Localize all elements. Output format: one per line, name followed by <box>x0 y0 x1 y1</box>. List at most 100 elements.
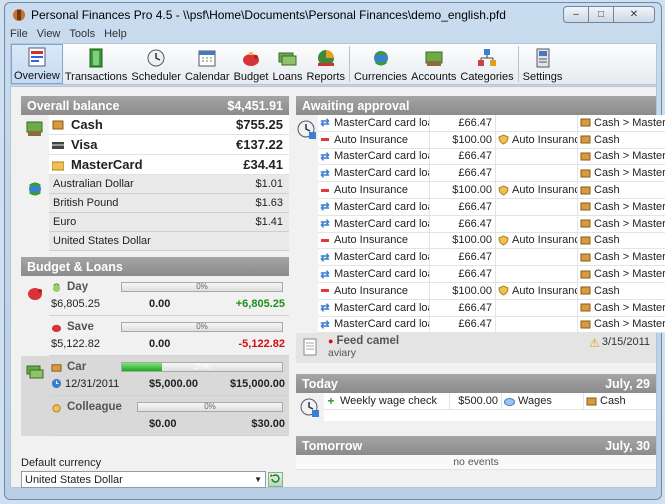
awaiting-transaction-row[interactable]: Auto Insurance$100.00Auto InsuranceCash <box>318 182 665 199</box>
loans-icon <box>26 365 44 379</box>
cash-icon <box>580 253 591 262</box>
currency-row[interactable]: British Pound $1.63 <box>49 194 289 213</box>
awaiting-transaction-row[interactable]: Auto Insurance$100.00Auto InsuranceCash <box>318 131 665 149</box>
toolbar-transactions-button[interactable]: Transactions <box>63 44 130 84</box>
task-priority-dot: ● <box>328 336 334 347</box>
title-bar[interactable]: Personal Finances Pro 4.5 - \\psf\Home\D… <box>5 3 661 27</box>
awaiting-transaction-row[interactable]: ⇄ MasterCard card loan £66.47 Cash > Master… <box>318 215 665 233</box>
colleague-loan-icon <box>52 403 61 413</box>
toolbar-currencies-button[interactable]: Currencies <box>352 44 409 84</box>
awaiting-transaction-row[interactable]: ⇄ MasterCard card loan £66.47 Cash > Master… <box>318 148 665 166</box>
close-button[interactable]: ✕ <box>613 6 655 23</box>
overview-content: Overall balance $4,451.91 Cash $755.25 V… <box>10 86 665 488</box>
toolbar-budget-button[interactable]: Budget <box>232 44 271 84</box>
currencies-icon <box>29 182 41 196</box>
awaiting-approval-header: Awaiting approval <box>296 96 656 115</box>
task-subtitle: aviary <box>328 347 357 360</box>
budget-loans-panel: Budget & Loans Day 0% $6,805.25 0.00 +6,… <box>21 257 289 436</box>
cash-icon <box>580 152 591 161</box>
tomorrow-panel: Tomorrow July, 30 no events <box>296 436 656 470</box>
cash-icon <box>580 135 591 144</box>
insurance-category-icon <box>498 134 509 145</box>
awaiting-approval-panel: Awaiting approval ⇄ MasterCard card loan £… <box>296 96 665 364</box>
menu-view[interactable]: View <box>37 28 61 42</box>
awaiting-transaction-row[interactable]: ⇄ MasterCard card loan £66.47 Cash > Master… <box>318 299 665 317</box>
app-window: Personal Finances Pro 4.5 - \\psf\Home\D… <box>4 2 665 500</box>
transfer-icon: ⇄ <box>320 150 330 163</box>
categories-icon <box>478 49 497 66</box>
awaiting-transaction-row[interactable]: ⇄ MasterCard card loan £66.47 Cash > Master… <box>318 165 665 183</box>
menu-bar: File View Tools Help <box>10 28 657 42</box>
toolbar-settings-button[interactable]: Settings <box>521 44 565 84</box>
loan-progress-bar: 0% <box>137 402 283 412</box>
today-transaction-row[interactable]: + Weekly wage check $500.00 Wages Cash <box>324 393 656 410</box>
task-row[interactable]: ● Feed camel aviary ⚠ 3/15/2011 <box>296 333 656 364</box>
loans-icon <box>278 52 297 66</box>
toolbar-overview-button[interactable]: Overview <box>11 44 63 84</box>
awaiting-transaction-row[interactable]: ⇄ MasterCard card loan £66.47 Cash > Master… <box>318 115 665 132</box>
transfer-icon: ⇄ <box>320 167 330 180</box>
toolbar-reports-button[interactable]: Reports <box>304 44 347 84</box>
toolbar-accounts-button[interactable]: Accounts <box>409 44 458 84</box>
toolbar-loans-button[interactable]: Loans <box>270 44 304 84</box>
accounts-icon <box>26 121 43 136</box>
loan-progress-fill <box>122 363 162 371</box>
tomorrow-date: July, 30 <box>605 438 650 453</box>
menu-file[interactable]: File <box>10 28 28 42</box>
toolbar-categories-button[interactable]: Categories <box>458 44 515 84</box>
loan-row-car[interactable]: Car 25% 12/31/2011 $5,000.00 $15,000.00 <box>49 356 289 396</box>
account-row-mastercard[interactable]: MasterCard £34.41 <box>49 155 289 175</box>
insurance-category-icon <box>498 285 509 296</box>
overall-balance-title: Overall balance <box>27 98 120 113</box>
scheduler-icon <box>300 398 319 417</box>
awaiting-icon-col <box>296 115 318 334</box>
awaiting-transaction-row[interactable]: Auto Insurance$100.00Auto InsuranceCash <box>318 282 665 300</box>
account-row-visa[interactable]: Visa €137.22 <box>49 135 289 155</box>
budget-remaining: -5,122.82 <box>238 337 285 350</box>
awaiting-transaction-row[interactable]: Auto Insurance$100.00Auto InsuranceCash <box>318 232 665 250</box>
minimize-button[interactable]: – <box>563 6 589 23</box>
account-row-cash[interactable]: Cash $755.25 <box>49 115 289 135</box>
cash-icon <box>580 286 591 295</box>
loans-group-icon-col <box>21 356 49 436</box>
toolbar: Overview Transactions Scheduler Calendar… <box>10 43 657 85</box>
expense-minus-icon <box>321 289 329 293</box>
awaiting-transactions-list: ⇄ MasterCard card loan £66.47 Cash > Master… <box>318 115 665 334</box>
budget-row-save[interactable]: Save 0% $5,122.82 0.00 -5,122.82 <box>49 316 289 356</box>
toolbar-separator <box>517 46 519 82</box>
awaiting-transaction-row[interactable]: ⇄ MasterCard card loan £66.47 Cash > Master… <box>318 266 665 283</box>
currency-row[interactable]: Euro $1.41 <box>49 213 289 232</box>
currency-refresh-icon <box>270 474 280 483</box>
toolbar-scheduler-button[interactable]: Scheduler <box>129 44 183 84</box>
currency-row[interactable]: United States Dollar <box>49 232 289 251</box>
awaiting-approval-title: Awaiting approval <box>302 98 410 113</box>
loan-row-colleague[interactable]: Colleague 0% $0.00 $30.00 <box>49 396 289 436</box>
awaiting-transaction-row[interactable]: ⇄ MasterCard card loan £66.47 Cash > Master… <box>318 198 665 216</box>
window-title: Personal Finances Pro 4.5 - \\psf\Home\D… <box>31 8 506 22</box>
note-icon <box>303 338 317 356</box>
cash-icon <box>580 270 591 279</box>
default-currency-select[interactable]: United States Dollar ▼ <box>21 471 266 488</box>
budget-row-day[interactable]: Day 0% $6,805.25 0.00 +6,805.25 <box>49 276 289 316</box>
app-icon <box>13 9 25 21</box>
expense-minus-icon <box>321 188 329 192</box>
overview-icon <box>28 47 46 67</box>
currency-row[interactable]: Australian Dollar $1.01 <box>49 175 289 194</box>
currencies-group-icon-col <box>21 175 49 251</box>
budget-remaining: +6,805.25 <box>235 297 285 310</box>
awaiting-transaction-row[interactable]: ⇄ MasterCard card loan £66.47 Cash > Master… <box>318 249 665 267</box>
transfer-icon: ⇄ <box>320 251 330 264</box>
menu-tools[interactable]: Tools <box>69 28 95 42</box>
settings-icon <box>536 48 549 68</box>
awaiting-transaction-row[interactable]: ⇄ MasterCard card loan £66.47 Cash > Master… <box>318 316 665 334</box>
currencies-icon <box>373 51 388 66</box>
currency-settings-button[interactable] <box>268 472 283 487</box>
cash-icon <box>580 303 591 312</box>
maximize-button[interactable]: □ <box>588 6 614 23</box>
menu-help[interactable]: Help <box>104 28 127 42</box>
today-header: Today July, 29 <box>296 374 656 393</box>
toolbar-calendar-button[interactable]: Calendar <box>183 44 232 84</box>
overall-balance-total: $4,451.91 <box>227 98 283 113</box>
budget-progress-bar: 0% <box>121 322 283 332</box>
budget-loans-title: Budget & Loans <box>27 259 123 274</box>
